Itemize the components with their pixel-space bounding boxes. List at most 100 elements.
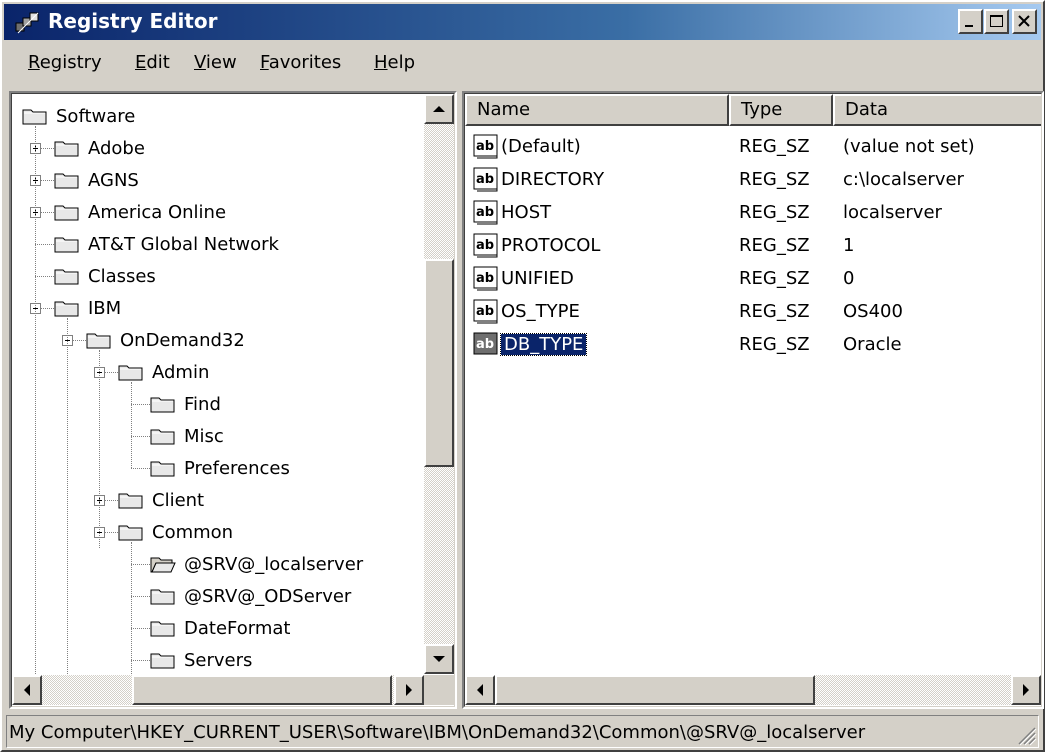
folder-icon bbox=[118, 365, 143, 381]
registry-value-row[interactable]: ab UNIFIED REG_SZ 0 bbox=[465, 264, 1041, 296]
tree-node-label: DateFormat bbox=[184, 617, 291, 639]
tree-node-label: Admin bbox=[152, 361, 210, 383]
menu-favorites[interactable]: Favorites bbox=[260, 52, 341, 73]
folder-icon bbox=[54, 173, 79, 189]
folder-icon bbox=[150, 653, 175, 669]
tree-node[interactable]: Classes bbox=[54, 260, 156, 292]
tree-node-label: Misc bbox=[184, 425, 224, 447]
scroll-thumb[interactable] bbox=[424, 259, 454, 467]
folder-icon bbox=[150, 461, 175, 477]
tree-node-label: Find bbox=[184, 393, 221, 415]
folder-icon bbox=[54, 141, 79, 157]
value-name: DIRECTORY bbox=[501, 169, 605, 190]
string-value-icon: ab bbox=[473, 233, 498, 258]
scroll-thumb[interactable] bbox=[495, 675, 815, 705]
minimize-button[interactable] bbox=[958, 9, 983, 34]
menu-help[interactable]: Help bbox=[374, 52, 415, 73]
tree-connector bbox=[35, 276, 54, 277]
scroll-left-button[interactable] bbox=[12, 675, 42, 705]
registry-value-row[interactable]: ab DIRECTORY REG_SZ c:\localserver bbox=[465, 165, 1041, 197]
value-type: REG_SZ bbox=[739, 301, 810, 322]
value-name: (Default) bbox=[501, 136, 581, 157]
tree-connector bbox=[131, 382, 132, 468]
string-value-icon: ab bbox=[473, 134, 498, 159]
scroll-up-button[interactable] bbox=[424, 94, 454, 124]
tree-node[interactable]: Misc bbox=[150, 420, 224, 452]
column-header-name[interactable]: Name bbox=[465, 94, 729, 126]
tree-node[interactable]: Preferences bbox=[150, 452, 290, 484]
column-header-data[interactable]: Data bbox=[833, 94, 1041, 126]
registry-value-row[interactable]: ab PROTOCOL REG_SZ 1 bbox=[465, 231, 1041, 263]
scroll-left-button[interactable] bbox=[465, 675, 495, 705]
tree-connector bbox=[131, 628, 150, 629]
menu-registry[interactable]: Registry bbox=[28, 52, 102, 73]
svg-text:ab: ab bbox=[476, 172, 494, 187]
tree-node[interactable]: Common bbox=[118, 516, 233, 548]
status-path: My Computer\HKEY_CURRENT_USER\Software\I… bbox=[6, 715, 1039, 748]
tree-node[interactable]: America Online bbox=[54, 196, 226, 228]
menu-edit[interactable]: Edit bbox=[135, 52, 170, 73]
title-bar[interactable]: Registry Editor bbox=[4, 4, 1041, 40]
tree-node-label: Software bbox=[56, 105, 136, 127]
folder-icon bbox=[22, 109, 47, 125]
maximize-icon bbox=[990, 15, 1003, 27]
tree-node[interactable]: Software bbox=[22, 100, 135, 132]
tree-node-label: America Online bbox=[88, 201, 227, 223]
tree-node[interactable]: @SRV@_ODServer bbox=[150, 580, 351, 612]
folder-icon bbox=[54, 301, 79, 317]
tree-connector bbox=[131, 596, 150, 597]
column-header-type[interactable]: Type bbox=[729, 94, 833, 126]
tree-node[interactable]: Servers bbox=[150, 644, 252, 676]
resize-grip-icon[interactable] bbox=[1015, 724, 1037, 746]
key-tree-pane[interactable]: Software Adobe AGNS America Online AT&T Glob… bbox=[9, 91, 457, 709]
tree-node[interactable]: DateFormat bbox=[150, 612, 290, 644]
registry-editor-icon bbox=[15, 12, 39, 34]
tree-connector bbox=[99, 350, 100, 548]
arrow-left-icon bbox=[24, 684, 30, 696]
scroll-thumb[interactable] bbox=[132, 675, 392, 705]
string-value-icon: ab bbox=[473, 266, 498, 291]
value-data: 1 bbox=[843, 235, 855, 256]
value-name: HOST bbox=[501, 202, 552, 223]
status-bar: My Computer\HKEY_CURRENT_USER\Software\I… bbox=[4, 713, 1041, 750]
values-list-pane[interactable]: Name Type Data ab (Default) REG_SZ (value n… bbox=[462, 91, 1044, 709]
tree-node[interactable]: AGNS bbox=[54, 164, 139, 196]
tree-node[interactable]: @SRV@_localserver bbox=[150, 548, 363, 580]
string-value-icon: ab bbox=[473, 299, 498, 324]
tree-connector bbox=[35, 244, 54, 245]
tree-node[interactable]: Find bbox=[150, 388, 221, 420]
folder-icon bbox=[54, 205, 79, 221]
close-button[interactable] bbox=[1012, 9, 1037, 34]
scroll-down-button[interactable] bbox=[424, 644, 454, 674]
registry-value-row[interactable]: ab DB_TYPE REG_SZ Oracle bbox=[465, 330, 1041, 362]
value-name: PROTOCOL bbox=[501, 235, 601, 256]
arrow-down-icon bbox=[433, 656, 445, 662]
value-name: OS_TYPE bbox=[501, 301, 580, 322]
value-data: 0 bbox=[843, 268, 855, 289]
registry-value-row[interactable]: ab OS_TYPE REG_SZ OS400 bbox=[465, 297, 1041, 329]
arrow-up-icon bbox=[433, 106, 445, 112]
value-data: Oracle bbox=[843, 334, 902, 355]
value-type: REG_SZ bbox=[739, 136, 810, 157]
tree-node[interactable]: Client bbox=[118, 484, 204, 516]
tree-node-label: @SRV@_ODServer bbox=[184, 585, 352, 607]
scrollbar-corner bbox=[424, 675, 454, 705]
tree-node[interactable]: IBM bbox=[54, 292, 121, 324]
tree-node[interactable]: Adobe bbox=[54, 132, 145, 164]
string-value-icon: ab bbox=[473, 167, 498, 192]
menu-view[interactable]: View bbox=[194, 52, 237, 73]
scroll-right-button[interactable] bbox=[394, 675, 424, 705]
maximize-button[interactable] bbox=[984, 9, 1009, 34]
tree-node[interactable]: OnDemand32 bbox=[86, 324, 245, 356]
folder-icon bbox=[86, 333, 111, 349]
svg-text:ab: ab bbox=[476, 271, 494, 286]
tree-node[interactable]: AT&T Global Network bbox=[54, 228, 279, 260]
arrow-right-icon bbox=[406, 684, 412, 696]
scroll-right-button[interactable] bbox=[1011, 675, 1041, 705]
close-icon bbox=[1018, 15, 1030, 27]
registry-value-row[interactable]: ab HOST REG_SZ localserver bbox=[465, 198, 1041, 230]
value-type: REG_SZ bbox=[739, 268, 810, 289]
string-value-icon: ab bbox=[473, 332, 498, 355]
registry-editor-window: Registry Editor Registry Edit View Favor… bbox=[0, 0, 1045, 752]
registry-value-row[interactable]: ab (Default) REG_SZ (value not set) bbox=[465, 132, 1041, 164]
